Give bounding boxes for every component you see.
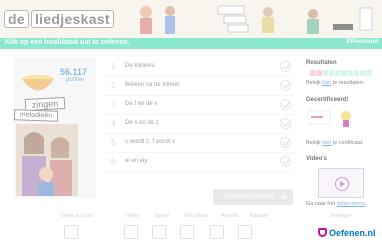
exercise-row[interactable]: 4 De s en de z xyxy=(103,115,295,134)
singers-photo xyxy=(16,124,78,196)
result-segment xyxy=(354,70,360,76)
instruction-bar: Klik op een hoofdstuk om te oefenen. PPA… xyxy=(0,38,382,49)
footer-label: Video xyxy=(126,213,139,219)
bowl-icon xyxy=(22,75,54,91)
oefenen-brand[interactable]: Oefenen.nl xyxy=(318,228,376,238)
report-icon[interactable] xyxy=(238,225,252,239)
videos-title: Video's xyxy=(306,156,327,162)
brand-text: Oefenen.nl xyxy=(329,228,376,238)
exercise-number: 3 xyxy=(111,100,116,109)
exercise-label: s wordt z, f wordt v xyxy=(125,139,176,145)
score-unit: punten xyxy=(66,77,85,83)
result-segment xyxy=(347,70,354,76)
result-segment xyxy=(328,70,335,76)
video-menu-link[interactable]: video-menu xyxy=(337,201,366,207)
exercise-label: De klinkers xyxy=(125,63,155,69)
header: de liedjeskast xyxy=(0,0,382,38)
score-value: 56.117 xyxy=(60,67,88,77)
check-icon xyxy=(280,80,291,91)
results-bar xyxy=(310,70,372,76)
video-prefix: Ga naar het xyxy=(306,201,337,207)
result-segment xyxy=(360,70,366,76)
exercise-number: 1 xyxy=(111,62,116,71)
result-segment xyxy=(366,70,372,76)
arrow-right-icon: ➜ xyxy=(279,192,287,202)
video-thumbnail[interactable] xyxy=(318,168,364,198)
video-icon[interactable] xyxy=(124,225,138,239)
video-text: Ga naar het video-menu. xyxy=(306,201,367,207)
logo-title: liedjeskast xyxy=(30,10,114,28)
result-segment xyxy=(335,70,341,76)
exercise-list: 1 De klinkers 2 Breken na de klinker 3 D… xyxy=(103,58,295,172)
certificate-prefix: Bekijk xyxy=(306,140,323,146)
check-icon xyxy=(280,99,291,110)
page: de liedjeskast Klik op een hoofdstuk om … xyxy=(0,0,382,244)
check-icon xyxy=(280,118,291,129)
profile-panel: 56.117 punten zingen melodieën xyxy=(13,58,96,198)
certificate-link[interactable]: hier xyxy=(322,140,331,146)
footer-label: Woordkast xyxy=(184,213,208,219)
exercise-row[interactable]: 5 s wordt z, f wordt v xyxy=(103,134,295,153)
brand-icon xyxy=(318,228,327,237)
exercise-row[interactable]: 6 ei en eiy xyxy=(103,153,295,172)
footer-label: Spelen xyxy=(154,213,170,219)
footer-label: Rooster xyxy=(221,213,239,219)
grid-icon[interactable] xyxy=(210,225,224,239)
next-exercise-button[interactable]: Volgende oefening ➜ xyxy=(213,189,293,205)
exercise-number: 4 xyxy=(111,119,116,128)
check-icon xyxy=(280,137,291,148)
exercise-number: 6 xyxy=(111,157,116,166)
logo-prefix: de xyxy=(4,10,29,28)
certificate-text: Bekijk hier je certificaat. xyxy=(306,140,364,146)
video-suffix: . xyxy=(365,201,367,207)
results-text: Bekijk hier je resultaten. xyxy=(306,80,364,86)
instruction-text: Klik op een hoofdstuk om te oefenen. xyxy=(5,39,130,46)
check-icon xyxy=(280,61,291,72)
exercise-label: Breken na de klinker xyxy=(125,82,180,88)
footer-label: Rapport xyxy=(250,213,268,219)
check-icon xyxy=(280,156,291,167)
results-link[interactable]: hier xyxy=(322,80,331,86)
results-title: Resultaten xyxy=(306,60,337,66)
result-segment xyxy=(310,70,316,76)
sign-melodieen: melodieën xyxy=(13,109,59,122)
exercise-row[interactable]: 1 De klinkers xyxy=(103,58,295,77)
result-segment xyxy=(341,70,347,76)
next-exercise-label: Volgende oefening xyxy=(225,194,275,200)
exercise-number: 5 xyxy=(111,138,116,147)
exercise-label: De f en de v xyxy=(125,101,158,107)
result-segment xyxy=(322,70,328,76)
exercise-label: ei en eiy xyxy=(125,158,148,164)
result-segment xyxy=(316,70,322,76)
account-name[interactable]: PPAccount xyxy=(346,39,378,45)
results-prefix: Bekijk xyxy=(306,80,323,86)
parent-account-icon[interactable] xyxy=(64,225,78,239)
results-suffix: je resultaten. xyxy=(331,80,365,86)
header-illustration xyxy=(128,2,380,36)
exercise-row[interactable]: 3 De f en de v xyxy=(103,96,295,115)
games-icon[interactable] xyxy=(152,225,166,239)
footer-label: Ouder account xyxy=(60,213,93,219)
footer-nav: Ouder account Video Spelen Woordkast Roo… xyxy=(0,210,382,244)
app-logo[interactable]: de liedjeskast xyxy=(4,9,114,29)
certificate-suffix: je certificaat. xyxy=(331,140,364,146)
footer-label: Verlengen xyxy=(330,213,353,219)
certificate-icon xyxy=(308,110,351,127)
exercise-row[interactable]: 2 Breken na de klinker xyxy=(103,77,295,96)
exercise-label: De s en de z xyxy=(125,120,159,126)
exercise-number: 2 xyxy=(111,81,116,90)
play-icon xyxy=(335,177,349,191)
certified-title: Gecertificeerd! xyxy=(306,97,349,103)
word-icon[interactable] xyxy=(180,225,194,239)
